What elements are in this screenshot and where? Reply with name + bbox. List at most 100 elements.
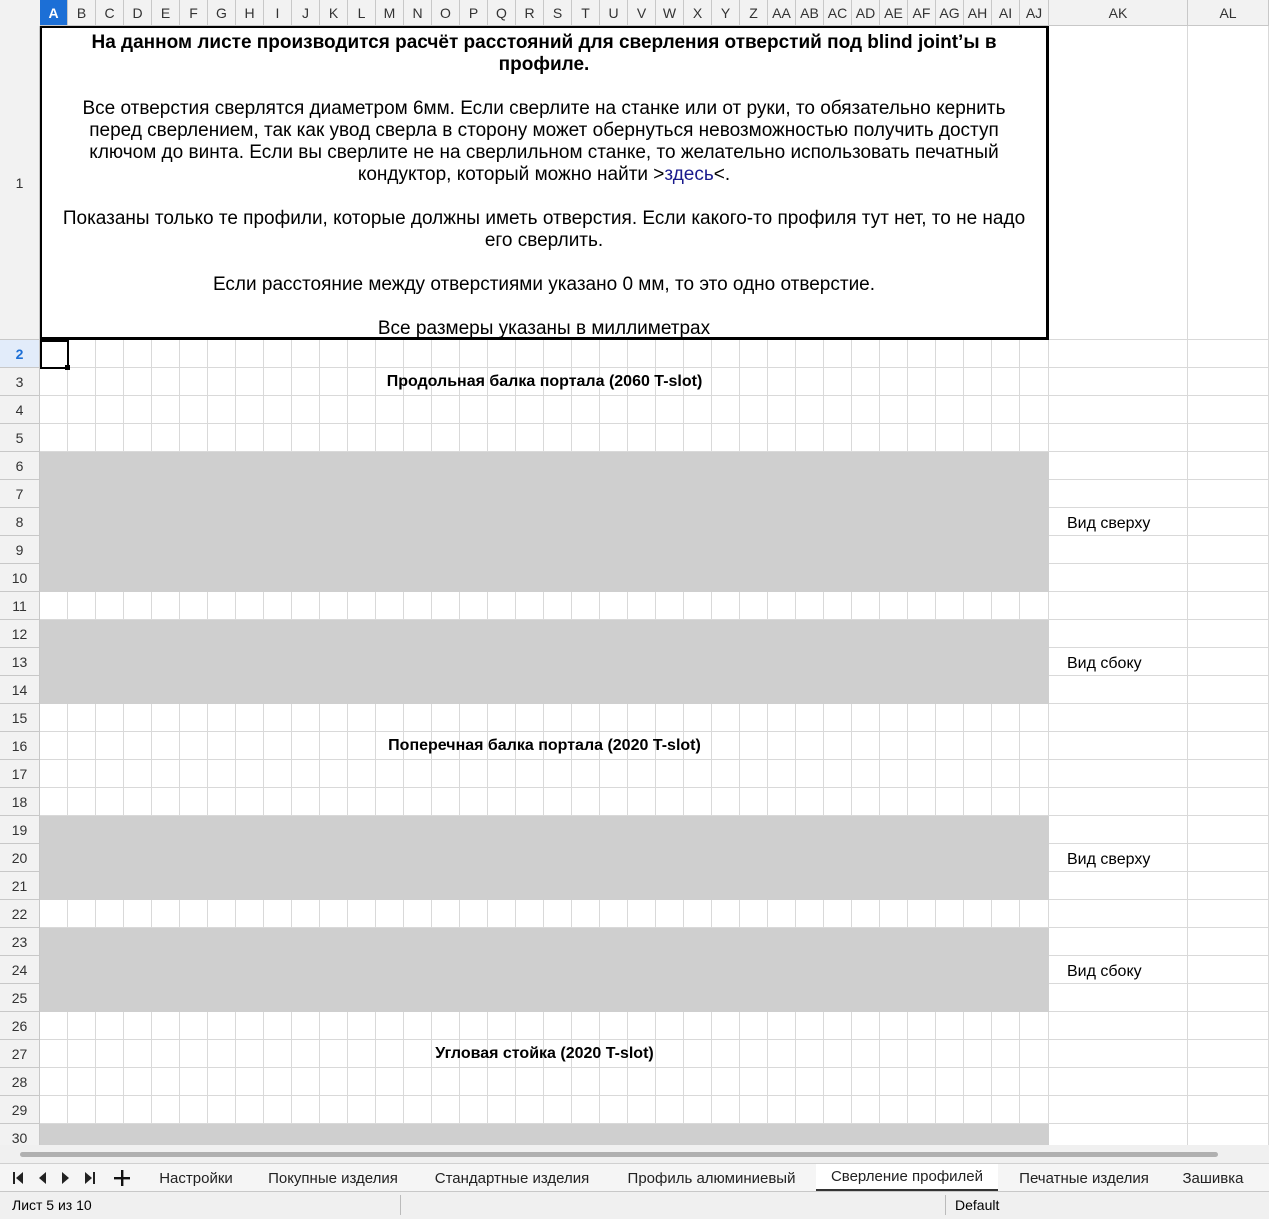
profile-edge-dash (768, 620, 796, 648)
row-header-7[interactable]: 7 (0, 480, 40, 508)
sheet-tab[interactable]: Настройки (143, 1164, 249, 1192)
column-header-w[interactable]: W (656, 0, 684, 26)
column-header-c[interactable]: C (96, 0, 124, 26)
column-header-p[interactable]: P (460, 0, 488, 26)
sheet-tab[interactable]: Сверление профилей (816, 1164, 998, 1192)
row-header-27[interactable]: 27 (0, 1040, 40, 1068)
dim-line-right_arrow (236, 424, 264, 452)
column-header-t[interactable]: T (572, 0, 600, 26)
column-header-q[interactable]: Q (488, 0, 516, 26)
column-header-aj[interactable]: AJ (1020, 0, 1049, 26)
column-header-m[interactable]: M (376, 0, 404, 26)
profile-body-eq (628, 648, 656, 676)
row-header-23[interactable]: 23 (0, 928, 40, 956)
column-header-z[interactable]: Z (740, 0, 768, 26)
row-header-22[interactable]: 22 (0, 900, 40, 928)
column-header-ag[interactable]: AG (936, 0, 964, 26)
dim-line-dash (684, 788, 712, 816)
profile-edge-dash (488, 452, 516, 480)
column-header-l[interactable]: L (348, 0, 376, 26)
column-header-s[interactable]: S (544, 0, 572, 26)
row-header-8[interactable]: 8 (0, 508, 40, 536)
column-header-b[interactable]: B (68, 0, 96, 26)
row-header-3[interactable]: 3 (0, 368, 40, 396)
row-header-16[interactable]: 16 (0, 732, 40, 760)
column-header-e[interactable]: E (152, 0, 180, 26)
column-header-f[interactable]: F (180, 0, 208, 26)
row-header-12[interactable]: 12 (0, 620, 40, 648)
section-title-corner-post: Угловая стойка (2020 T-slot) (435, 1045, 654, 1062)
row-header-13[interactable]: 13 (0, 648, 40, 676)
column-header-ah[interactable]: AH (964, 0, 992, 26)
column-header-ak[interactable]: AK (1049, 0, 1188, 26)
add-sheet-icon[interactable] (110, 1164, 134, 1192)
column-header-ai[interactable]: AI (992, 0, 1020, 26)
row-header-28[interactable]: 28 (0, 1068, 40, 1096)
column-header-d[interactable]: D (124, 0, 152, 26)
row-header-17[interactable]: 17 (0, 760, 40, 788)
column-header-v[interactable]: V (628, 0, 656, 26)
sheet-tab[interactable]: Стандартные изделия (420, 1164, 604, 1192)
sheet-tab[interactable]: Печатные изделия (1005, 1164, 1163, 1192)
row-header-10[interactable]: 10 (0, 564, 40, 592)
column-header-g[interactable]: G (208, 0, 236, 26)
horizontal-scrollbar[interactable] (0, 1145, 1269, 1163)
row-header-6[interactable]: 6 (0, 452, 40, 480)
sheet-tab[interactable]: Профиль алюминиевый (614, 1164, 809, 1192)
row-header-18[interactable]: 18 (0, 788, 40, 816)
row-header-20[interactable]: 20 (0, 844, 40, 872)
dim-line-dash (852, 424, 880, 452)
row-header-30[interactable]: 30 (0, 1124, 40, 1145)
column-header-af[interactable]: AF (908, 0, 936, 26)
row-header-1[interactable]: 1 (0, 26, 40, 340)
column-header-ac[interactable]: AC (824, 0, 852, 26)
profile-edge-corner_tl (40, 816, 68, 844)
column-header-k[interactable]: K (320, 0, 348, 26)
instructions-note[interactable]: На данном листе производится расчёт расс… (40, 26, 1049, 340)
column-header-a[interactable]: A (40, 0, 68, 26)
column-header-ab[interactable]: AB (796, 0, 824, 26)
column-header-o[interactable]: O (432, 0, 460, 26)
row-header-2[interactable]: 2 (0, 340, 40, 368)
row-header-4[interactable]: 4 (0, 396, 40, 424)
spreadsheet-grid[interactable]: A B C D E F G H I J K L M N O P Q R S T U V W X Y Z AA AB AC AD AE AF AG… (0, 0, 1269, 1145)
column-header-aa[interactable]: AA (768, 0, 796, 26)
column-header-j[interactable]: J (292, 0, 320, 26)
select-all-corner[interactable] (0, 0, 41, 27)
column-header-u[interactable]: U (600, 0, 628, 26)
sheet-tab[interactable]: Зашивка (1170, 1164, 1256, 1192)
column-header-ae[interactable]: AE (880, 0, 908, 26)
sheet-tab[interactable]: Покупные изделия (258, 1164, 408, 1192)
scrollbar-thumb[interactable] (20, 1152, 1218, 1157)
jig-link[interactable]: здесь (664, 164, 713, 185)
next-sheet-icon[interactable] (54, 1164, 78, 1192)
row-header-25[interactable]: 25 (0, 984, 40, 1012)
column-header-i[interactable]: I (264, 0, 292, 26)
profile-edge-dash (236, 620, 264, 648)
last-sheet-icon[interactable] (78, 1164, 102, 1192)
row-header-29[interactable]: 29 (0, 1096, 40, 1124)
column-header-h[interactable]: H (236, 0, 264, 26)
prev-sheet-icon[interactable] (30, 1164, 54, 1192)
first-sheet-icon[interactable] (6, 1164, 30, 1192)
row-header-9[interactable]: 9 (0, 536, 40, 564)
row-header-19[interactable]: 19 (0, 816, 40, 844)
column-header-al[interactable]: AL (1188, 0, 1269, 26)
profile-edge-dash (740, 872, 768, 900)
column-header-r[interactable]: R (516, 0, 544, 26)
profile-edge-dash (824, 816, 852, 844)
column-header-ad[interactable]: AD (852, 0, 880, 26)
row-header-14[interactable]: 14 (0, 676, 40, 704)
profile-edge-dash (992, 1124, 1020, 1145)
row-header-24[interactable]: 24 (0, 956, 40, 984)
column-header-x[interactable]: X (684, 0, 712, 26)
column-header-n[interactable]: N (404, 0, 432, 26)
profile-body-eq (180, 648, 208, 676)
row-header-26[interactable]: 26 (0, 1012, 40, 1040)
row-header-5[interactable]: 5 (0, 424, 40, 452)
column-header-y[interactable]: Y (712, 0, 740, 26)
row-header-21[interactable]: 21 (0, 872, 40, 900)
row-header-11[interactable]: 11 (0, 592, 40, 620)
profile-edge-dash (432, 564, 460, 592)
row-header-15[interactable]: 15 (0, 704, 40, 732)
